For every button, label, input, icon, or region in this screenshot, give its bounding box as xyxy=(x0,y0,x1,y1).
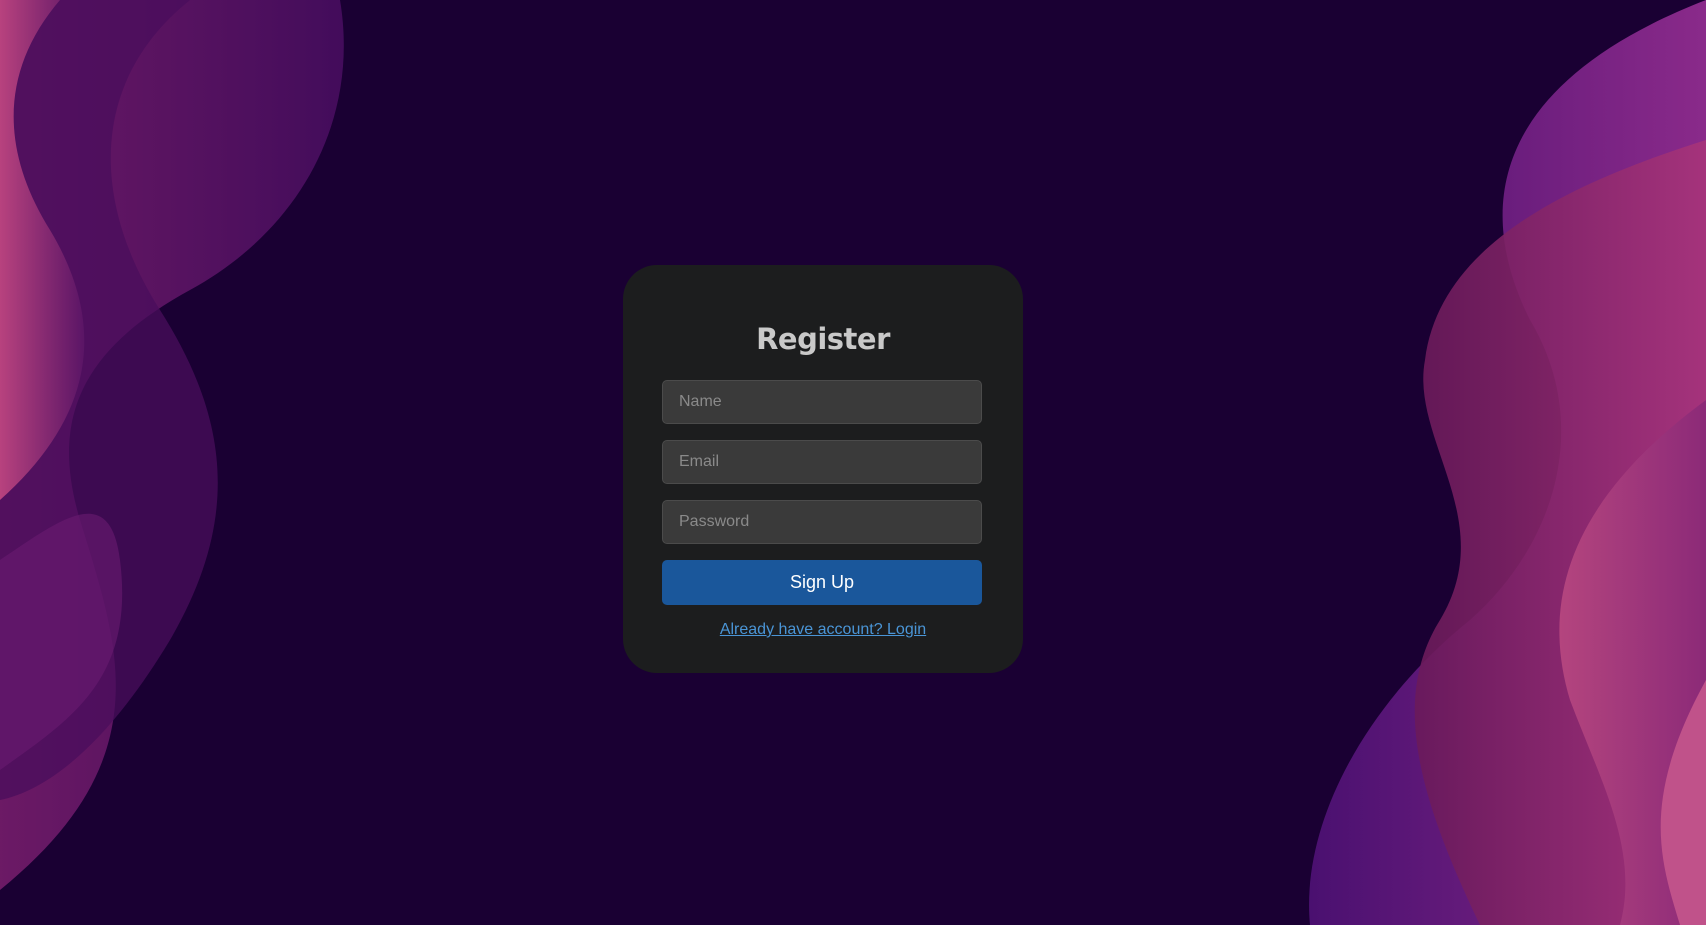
password-input[interactable] xyxy=(662,500,982,544)
email-input[interactable] xyxy=(662,440,982,484)
sign-up-button[interactable]: Sign Up xyxy=(662,560,982,605)
name-input[interactable] xyxy=(662,380,982,424)
register-title: Register xyxy=(756,322,890,356)
register-card: Register Sign Up Already have account? L… xyxy=(623,265,1023,673)
login-link[interactable]: Already have account? Login xyxy=(662,621,984,639)
